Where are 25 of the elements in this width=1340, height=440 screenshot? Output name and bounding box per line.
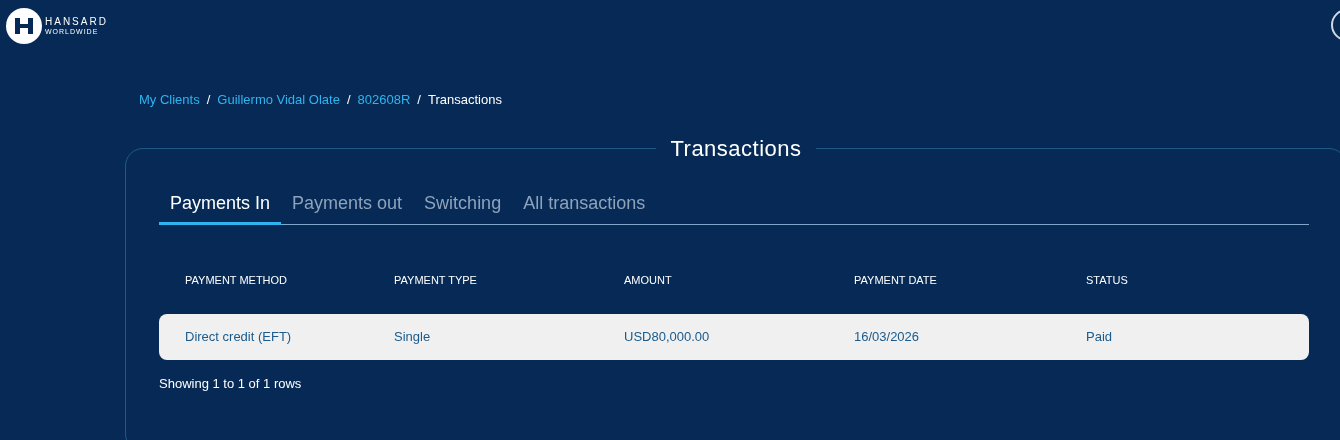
logo-icon <box>6 8 42 44</box>
column-header: AMOUNT <box>624 273 672 286</box>
breadcrumb-link[interactable]: My Clients <box>139 90 200 110</box>
breadcrumb-link[interactable]: Guillermo Vidal Olate <box>217 90 340 110</box>
table-cell: Single <box>394 329 431 345</box>
tab[interactable]: All transactions <box>512 189 657 224</box>
pagination-info: Showing 1 to 1 of 1 rows <box>159 376 302 391</box>
breadcrumb-current: Transactions <box>427 91 502 109</box>
tab[interactable]: Payments out <box>281 189 414 224</box>
logo-name: HANSARD <box>45 17 108 27</box>
breadcrumb-link[interactable]: 802608R <box>357 90 411 110</box>
breadcrumb-separator: / <box>417 91 421 109</box>
tab[interactable]: Switching <box>413 189 513 224</box>
table-cell: 16/03/2026 <box>854 329 920 345</box>
table-cell: USD80,000.00 <box>624 329 710 345</box>
column-header: STATUS <box>1086 273 1128 286</box>
column-header: PAYMENT METHOD <box>185 273 288 286</box>
breadcrumb-separator: / <box>206 91 211 109</box>
column-header: PAYMENT DATE <box>854 273 937 286</box>
card-title: Transactions <box>670 135 802 161</box>
table-cell: Direct credit (EFT) <box>185 329 292 345</box>
tab[interactable]: Payments In <box>159 189 282 225</box>
table-cell: Paid <box>1086 329 1113 345</box>
column-header: PAYMENT TYPE <box>394 273 477 286</box>
breadcrumb-separator: / <box>346 91 351 109</box>
